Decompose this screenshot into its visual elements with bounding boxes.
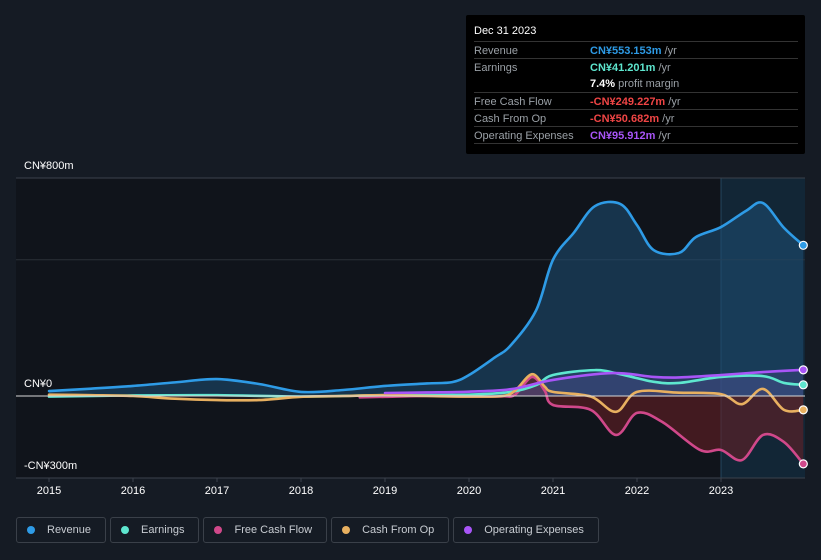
x-tick-label: 2019 <box>372 485 398 497</box>
tooltip-value: 7.4% profit margin <box>590 78 680 90</box>
tooltip-label: Operating Expenses <box>474 130 574 142</box>
tooltip-label: Free Cash Flow <box>474 96 552 108</box>
legend-item-earnings[interactable]: Earnings <box>110 517 200 543</box>
tooltip-value: CN¥41.201m /yr <box>590 62 671 74</box>
legend-dot-icon <box>464 526 473 534</box>
legend-item-revenue[interactable]: Revenue <box>16 517 107 543</box>
tooltip-unit: /yr <box>661 45 677 57</box>
tooltip-row: Operating Expenses CN¥95.912m /yr <box>474 126 798 144</box>
tooltip-divider <box>474 143 798 161</box>
legend-label: Earnings <box>141 524 185 536</box>
legend-dot-icon <box>214 526 223 534</box>
end-marker-cash-from-op <box>798 405 808 415</box>
end-marker-free-cash-flow <box>798 459 808 469</box>
tooltip-row: Revenue CN¥553.153m /yr <box>474 41 798 59</box>
end-marker-revenue <box>798 240 808 250</box>
x-tick-label: 2020 <box>456 485 482 497</box>
tooltip-value: CN¥553.153m /yr <box>590 45 677 57</box>
legend-item-cash-from-op[interactable]: Cash From Op <box>331 517 450 543</box>
tooltip-label: Cash From Op <box>474 113 547 125</box>
tooltip-unit: /yr <box>659 113 675 125</box>
tooltip-label: Revenue <box>474 45 519 57</box>
legend-dot-icon <box>121 526 130 534</box>
tooltip-panel: Dec 31 2023 Revenue CN¥553.153m /yr Earnin… <box>466 15 805 154</box>
tooltip-row: Earnings CN¥41.201m /yr <box>474 58 798 76</box>
tooltip-value: -CN¥50.682m /yr <box>590 113 675 125</box>
y-tick-label: CN¥0 <box>24 378 53 390</box>
x-tick-label: 2022 <box>624 485 650 497</box>
tooltip-row: Cash From Op -CN¥50.682m /yr <box>474 109 798 127</box>
tooltip-row: 7.4% profit margin <box>474 75 798 92</box>
legend-dot-icon <box>27 526 35 534</box>
legend-label: Revenue <box>47 524 92 536</box>
x-tick-label: 2021 <box>540 485 566 497</box>
x-tick-label: 2017 <box>204 485 230 497</box>
tooltip-label: Earnings <box>474 62 518 74</box>
y-tick-label: -CN¥300m <box>24 460 78 472</box>
x-tick-label: 2023 <box>708 485 734 497</box>
tooltip-row: Free Cash Flow -CN¥249.227m /yr <box>474 92 798 110</box>
tooltip-unit: /yr <box>655 62 671 74</box>
tooltip-value: -CN¥249.227m /yr <box>590 96 681 108</box>
legend-label: Cash From Op <box>362 524 435 536</box>
end-marker-operating-expenses <box>798 365 808 375</box>
x-tick-label: 2016 <box>120 485 146 497</box>
tooltip-value: CN¥95.912m /yr <box>590 130 671 142</box>
x-tick-label: 2018 <box>288 485 314 497</box>
legend-label: Operating Expenses <box>484 524 584 536</box>
tooltip-unit: /yr <box>665 96 681 108</box>
tooltip-unit: /yr <box>655 130 671 142</box>
legend: Revenue Earnings Free Cash Flow Cash From O… <box>16 517 599 543</box>
legend-item-operating-expenses[interactable]: Operating Expenses <box>453 517 599 543</box>
legend-dot-icon <box>342 526 351 534</box>
legend-item-free-cash-flow[interactable]: Free Cash Flow <box>203 517 328 543</box>
end-marker-earnings <box>798 380 808 390</box>
legend-label: Free Cash Flow <box>234 524 313 536</box>
x-tick-label: 2015 <box>36 485 62 497</box>
tooltip-date: Dec 31 2023 <box>474 25 537 37</box>
tooltip-unit: profit margin <box>615 78 680 90</box>
y-tick-label: CN¥800m <box>24 160 74 172</box>
